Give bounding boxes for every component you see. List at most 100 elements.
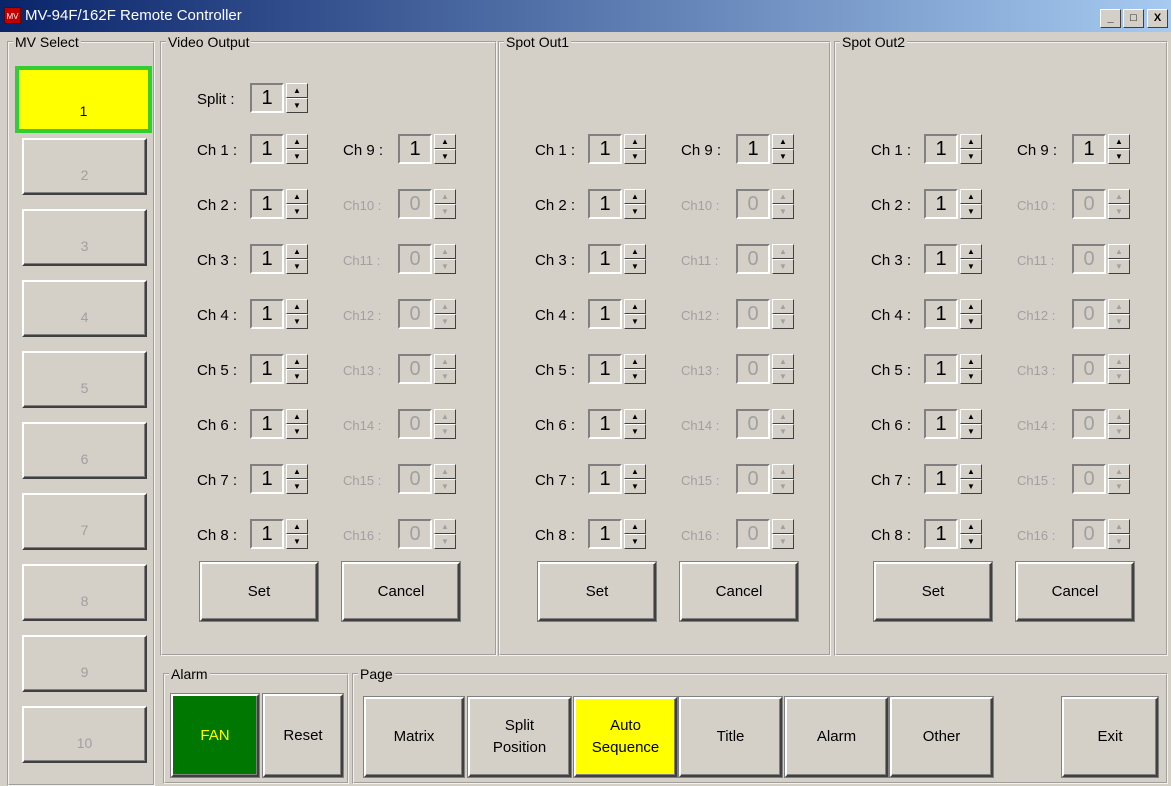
cancel-button[interactable]: Cancel — [342, 562, 460, 621]
spin-up-icon[interactable]: ▲ — [286, 354, 308, 369]
channel-spinner[interactable]: 1 ▲ ▼ — [588, 134, 648, 164]
spin-down-icon[interactable]: ▼ — [624, 369, 646, 384]
channel-spinner-value[interactable]: 1 — [924, 519, 958, 549]
channel-spinner-value[interactable]: 1 — [588, 134, 622, 164]
channel-spinner-value[interactable]: 1 — [250, 189, 284, 219]
spin-up-icon[interactable]: ▲ — [960, 409, 982, 424]
spin-down-icon[interactable]: ▼ — [286, 479, 308, 494]
channel-spinner[interactable]: 1 ▲ ▼ — [588, 519, 648, 549]
channel-spinner[interactable]: 1 ▲ ▼ — [588, 354, 648, 384]
spin-down-icon[interactable]: ▼ — [960, 479, 982, 494]
channel-spinner-value[interactable]: 1 — [924, 464, 958, 494]
channel-spinner-value[interactable]: 1 — [588, 244, 622, 274]
spin-down-icon[interactable]: ▼ — [286, 534, 308, 549]
page-button-other[interactable]: Other — [890, 697, 993, 777]
mv-select-button-7[interactable]: 7 — [22, 493, 147, 550]
channel-spinner[interactable]: 1 ▲ ▼ — [924, 189, 984, 219]
page-button-matrix[interactable]: Matrix — [364, 697, 464, 777]
channel-spinner-value[interactable]: 1 — [924, 244, 958, 274]
split-spinner-value[interactable]: 1 — [250, 83, 284, 113]
app-icon[interactable]: MV — [4, 7, 21, 24]
channel-spinner[interactable]: 1 ▲ ▼ — [1072, 134, 1132, 164]
spin-down-icon[interactable]: ▼ — [286, 98, 308, 113]
mv-select-button-10[interactable]: 10 — [22, 706, 147, 763]
set-button[interactable]: Set — [874, 562, 992, 621]
spin-down-icon[interactable]: ▼ — [624, 149, 646, 164]
channel-spinner[interactable]: 1 ▲ ▼ — [250, 244, 310, 274]
spin-down-icon[interactable]: ▼ — [624, 479, 646, 494]
channel-spinner[interactable]: 1 ▲ ▼ — [924, 464, 984, 494]
page-button-auto-sequence[interactable]: Auto Sequence — [574, 697, 677, 777]
spin-up-icon[interactable]: ▲ — [624, 299, 646, 314]
cancel-button[interactable]: Cancel — [680, 562, 798, 621]
channel-spinner[interactable]: 1 ▲ ▼ — [588, 189, 648, 219]
channel-spinner-value[interactable]: 1 — [924, 354, 958, 384]
spin-down-icon[interactable]: ▼ — [286, 259, 308, 274]
channel-spinner-value[interactable]: 1 — [924, 134, 958, 164]
set-button[interactable]: Set — [538, 562, 656, 621]
spin-down-icon[interactable]: ▼ — [960, 369, 982, 384]
spin-up-icon[interactable]: ▲ — [286, 409, 308, 424]
channel-spinner-value[interactable]: 1 — [588, 189, 622, 219]
channel-spinner-value[interactable]: 1 — [588, 464, 622, 494]
channel-spinner[interactable]: 1 ▲ ▼ — [924, 409, 984, 439]
set-button[interactable]: Set — [200, 562, 318, 621]
channel-spinner-value[interactable]: 1 — [924, 409, 958, 439]
channel-spinner[interactable]: 1 ▲ ▼ — [250, 299, 310, 329]
channel-spinner-value[interactable]: 1 — [250, 409, 284, 439]
spin-up-icon[interactable]: ▲ — [434, 134, 456, 149]
spin-up-icon[interactable]: ▲ — [624, 134, 646, 149]
exit-button[interactable]: Exit — [1062, 697, 1158, 777]
channel-spinner[interactable]: 1 ▲ ▼ — [924, 244, 984, 274]
channel-spinner-value[interactable]: 1 — [736, 134, 770, 164]
spin-up-icon[interactable]: ▲ — [960, 244, 982, 259]
channel-spinner[interactable]: 1 ▲ ▼ — [250, 189, 310, 219]
channel-spinner[interactable]: 1 ▲ ▼ — [588, 464, 648, 494]
page-button-alarm[interactable]: Alarm — [785, 697, 888, 777]
channel-spinner[interactable]: 1 ▲ ▼ — [924, 354, 984, 384]
spin-down-icon[interactable]: ▼ — [624, 259, 646, 274]
spin-down-icon[interactable]: ▼ — [960, 314, 982, 329]
spin-up-icon[interactable]: ▲ — [286, 464, 308, 479]
mv-select-button-3[interactable]: 3 — [22, 209, 147, 266]
spin-up-icon[interactable]: ▲ — [624, 464, 646, 479]
spin-down-icon[interactable]: ▼ — [434, 149, 456, 164]
channel-spinner-value[interactable]: 1 — [588, 299, 622, 329]
channel-spinner[interactable]: 1 ▲ ▼ — [250, 354, 310, 384]
spin-down-icon[interactable]: ▼ — [960, 204, 982, 219]
spin-down-icon[interactable]: ▼ — [286, 149, 308, 164]
spin-down-icon[interactable]: ▼ — [286, 369, 308, 384]
spin-up-icon[interactable]: ▲ — [960, 189, 982, 204]
channel-spinner-value[interactable]: 1 — [588, 519, 622, 549]
spin-down-icon[interactable]: ▼ — [624, 314, 646, 329]
channel-spinner[interactable]: 1 ▲ ▼ — [250, 409, 310, 439]
spin-down-icon[interactable]: ▼ — [286, 424, 308, 439]
spin-down-icon[interactable]: ▼ — [624, 424, 646, 439]
spin-up-icon[interactable]: ▲ — [286, 299, 308, 314]
spin-down-icon[interactable]: ▼ — [960, 259, 982, 274]
channel-spinner-value[interactable]: 1 — [250, 299, 284, 329]
mv-select-button-6[interactable]: 6 — [22, 422, 147, 479]
spin-down-icon[interactable]: ▼ — [624, 204, 646, 219]
spin-up-icon[interactable]: ▲ — [286, 244, 308, 259]
spin-up-icon[interactable]: ▲ — [960, 464, 982, 479]
spin-up-icon[interactable]: ▲ — [286, 519, 308, 534]
mv-select-button-5[interactable]: 5 — [22, 351, 147, 408]
mv-select-button-4[interactable]: 4 — [22, 280, 147, 337]
spin-up-icon[interactable]: ▲ — [624, 354, 646, 369]
spin-up-icon[interactable]: ▲ — [624, 409, 646, 424]
spin-up-icon[interactable]: ▲ — [960, 519, 982, 534]
mv-select-button-2[interactable]: 2 — [22, 138, 147, 195]
spin-down-icon[interactable]: ▼ — [960, 534, 982, 549]
spin-up-icon[interactable]: ▲ — [960, 134, 982, 149]
channel-spinner[interactable]: 1 ▲ ▼ — [588, 299, 648, 329]
channel-spinner-value[interactable]: 1 — [924, 299, 958, 329]
spin-up-icon[interactable]: ▲ — [286, 189, 308, 204]
alarm-reset-button[interactable]: Reset — [263, 694, 343, 777]
spin-up-icon[interactable]: ▲ — [772, 134, 794, 149]
channel-spinner[interactable]: 1 ▲ ▼ — [250, 519, 310, 549]
mv-select-button-1[interactable]: 1 — [15, 66, 152, 133]
channel-spinner-value[interactable]: 1 — [924, 189, 958, 219]
spin-up-icon[interactable]: ▲ — [624, 189, 646, 204]
channel-spinner-value[interactable]: 1 — [250, 519, 284, 549]
